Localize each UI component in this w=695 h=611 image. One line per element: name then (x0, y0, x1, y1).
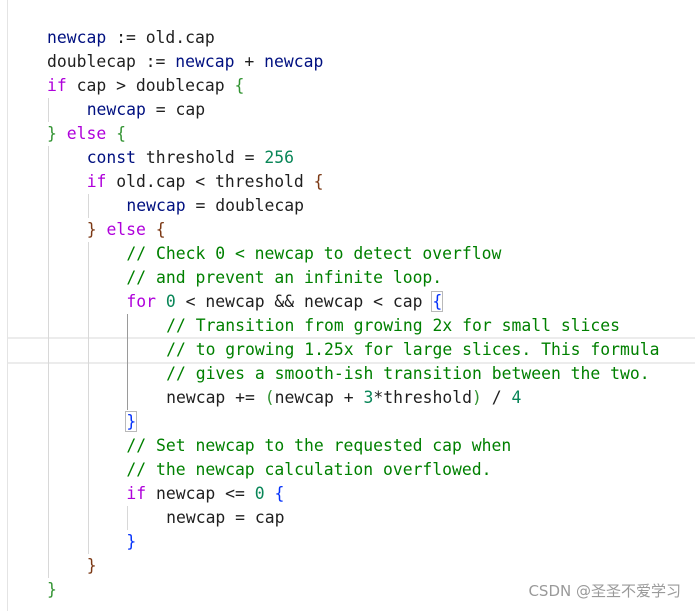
code-line: newcap = cap (166, 506, 284, 530)
code-line: // to growing 1.25x for large slices. Th… (166, 338, 659, 362)
code-token: cap > doublecap (66, 76, 235, 95)
code-token: newcap + (274, 388, 364, 407)
code-token: // gives a smooth-ish transition between… (166, 364, 650, 383)
code-line: newcap = doublecap (126, 194, 304, 218)
watermark: CSDN @圣圣不爱学习 (528, 582, 681, 600)
code-token: := old.cap (106, 28, 215, 47)
code-line: } (125, 410, 138, 434)
code-token: { (234, 76, 245, 95)
code-token: newcap (126, 196, 186, 215)
code-token: / (481, 388, 512, 407)
indent-guide (88, 194, 89, 218)
code-line: } (87, 554, 97, 578)
code-token: ( (264, 388, 275, 407)
code-line: if newcap <= 0 { (126, 482, 284, 506)
indent-guide (48, 98, 49, 122)
code-token: = doublecap (185, 196, 305, 215)
code-token: { (274, 484, 285, 503)
code-token: + (234, 52, 265, 71)
code-token: newcap (264, 52, 324, 71)
code-token: = cap (145, 100, 206, 119)
indent-guide (88, 242, 89, 554)
code-token: } (86, 556, 97, 575)
code-token: { (116, 124, 126, 143)
code-line: newcap := old.cap (47, 26, 215, 50)
code-token: for (126, 292, 156, 311)
code-token: threshold = (136, 148, 265, 167)
code-line: // gives a smooth-ish transition between… (166, 362, 650, 386)
code-token: newcap (86, 100, 146, 119)
code-token: 4 (511, 388, 522, 407)
code-line: if old.cap < threshold { (87, 170, 324, 194)
code-line: newcap = cap (87, 98, 205, 122)
indent-guide (48, 146, 49, 578)
code-token: 0 (254, 484, 265, 503)
code-screenshot: newcap := old.cap doublecap := newcap + n… (0, 0, 695, 611)
code-line: } (47, 578, 57, 602)
code-token: } (47, 124, 57, 143)
code-token: // to growing 1.25x for large slices. Th… (166, 340, 660, 359)
code-line: } else { (47, 122, 126, 146)
indent-guide (127, 506, 128, 530)
code-token: { (313, 172, 324, 191)
code-token: 3 (363, 388, 374, 407)
code-line: // the newcap calculation overflowed. (126, 458, 491, 482)
code-token: newcap (47, 28, 107, 47)
code-line: // Set newcap to the requested cap when (126, 434, 511, 458)
code-line: // Transition from growing 2x for small … (166, 314, 620, 338)
code-token: newcap <= (146, 484, 255, 503)
code-token: else (106, 220, 146, 239)
code-token: newcap (175, 52, 235, 71)
indent-guide-active (127, 314, 128, 410)
code-token: // and prevent an infinite loop. (126, 268, 443, 287)
code-token: // the newcap calculation overflowed. (126, 460, 492, 479)
code-token: { (431, 291, 444, 312)
code-token: else (66, 124, 107, 143)
code-token: } (86, 220, 97, 239)
code-token: if (86, 172, 107, 191)
code-token: } (125, 411, 138, 432)
code-line: for 0 < newcap && newcap < cap { (126, 290, 444, 314)
code-token: // Set newcap to the requested cap when (126, 436, 512, 455)
code-line: newcap += (newcap + 3*threshold) / 4 (166, 386, 521, 410)
code-line: // Check 0 < newcap to detect overflow (126, 242, 501, 266)
code-line: } (126, 530, 136, 554)
code-token: if (47, 76, 67, 95)
code-line: // and prevent an infinite loop. (126, 266, 442, 290)
code-token: } (47, 580, 57, 599)
code-token: // Transition from growing 2x for small … (166, 316, 621, 335)
code-line: const threshold = 256 (87, 146, 294, 170)
code-token: // Check 0 < newcap to detect overflow (126, 244, 502, 263)
code-token: old.cap < threshold (106, 172, 314, 191)
code-token: const (86, 148, 137, 167)
code-token: *threshold (373, 388, 473, 407)
editor-edge (7, 0, 8, 611)
code-line: } else { (87, 218, 166, 242)
code-token: < newcap && newcap < cap (175, 292, 433, 311)
code-token: 0 (165, 292, 176, 311)
code-token: if (126, 484, 147, 503)
code-token: } (126, 532, 137, 551)
code-token: ) (472, 388, 482, 407)
code-line: if cap > doublecap { (47, 74, 244, 98)
code-token: doublecap := (47, 52, 176, 71)
code-token: newcap = cap (166, 508, 285, 527)
code-token: newcap += (166, 388, 265, 407)
code-token: { (155, 220, 166, 239)
code-line: doublecap := newcap + newcap (47, 50, 323, 74)
code-token: 256 (264, 148, 294, 167)
